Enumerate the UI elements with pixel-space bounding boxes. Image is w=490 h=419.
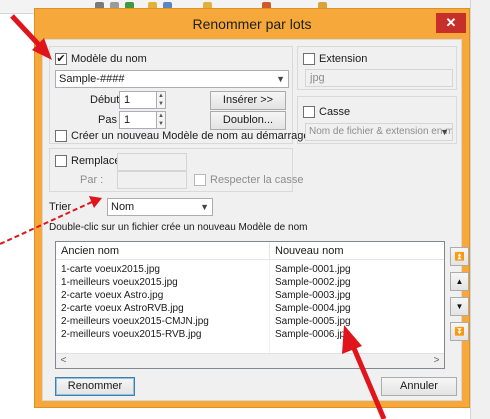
by-field[interactable]	[117, 171, 187, 189]
case-label: Casse	[319, 106, 351, 118]
column-new-name[interactable]: Nouveau nom	[270, 242, 444, 260]
table-row[interactable]: 2-carte voeux AstroRVB.jpg Sample-0004.j…	[56, 302, 444, 315]
close-button[interactable]: ✕	[436, 13, 466, 33]
respect-case-label: Respecter la casse	[210, 174, 304, 186]
cancel-button[interactable]: Annuler	[381, 377, 457, 396]
rename-button[interactable]: Renommer	[55, 377, 135, 396]
old-name-cell: 1-carte voeux2015.jpg	[61, 264, 160, 275]
step-field[interactable]: 1	[119, 111, 157, 129]
spin-down-icon[interactable]: ▼	[157, 100, 165, 108]
new-name-cell: Sample-0006.jpg	[275, 329, 351, 340]
extension-field[interactable]: jpg	[305, 69, 453, 87]
spin-up-icon[interactable]: ▲	[157, 92, 165, 100]
move-top-button[interactable]: ⏫	[450, 247, 469, 266]
replace-field[interactable]	[117, 153, 187, 171]
start-label: Début:	[90, 94, 123, 106]
spin-up-icon[interactable]: ▲	[157, 112, 165, 120]
sort-combo[interactable]: Nom ▼	[107, 198, 213, 216]
extension-label: Extension	[319, 53, 368, 65]
table-row[interactable]: 2-carte voeux Astro.jpg Sample-0003.jpg	[56, 289, 444, 302]
sort-label: Trier	[49, 201, 72, 213]
table-row[interactable]: 1-carte voeux2015.jpg Sample-0001.jpg	[56, 263, 444, 276]
dialog-client-area: ✔ Modèle du nom Sample-#### ▼ Début: 1 ▲…	[42, 39, 469, 401]
old-name-cell: 2-carte voeux Astro.jpg	[61, 290, 164, 301]
scroll-left-icon[interactable]: <	[56, 354, 71, 368]
old-name-cell: 2-meilleurs voeux2015-RVB.jpg	[61, 329, 202, 340]
extension-checkbox[interactable]	[303, 53, 315, 65]
create-model-label: Créer un nouveau Modèle de nom au démarr…	[71, 130, 310, 142]
hint-text: Double-clic sur un fichier crée un nouve…	[49, 222, 308, 233]
name-pattern-combo[interactable]: Sample-#### ▼	[55, 70, 289, 88]
respect-case-checkbox[interactable]	[194, 174, 206, 186]
by-label: Par :	[80, 174, 104, 186]
old-name-cell: 2-meilleurs voeux2015-CMJN.jpg	[61, 316, 209, 327]
chevron-down-icon: ▼	[440, 127, 449, 137]
replace-group: Remplacer Par : Respecter la casse	[49, 148, 304, 192]
column-old-name[interactable]: Ancien nom	[56, 242, 270, 260]
case-group: Casse Nom de fichier & extension en minu…	[297, 96, 457, 144]
new-name-cell: Sample-0002.jpg	[275, 277, 351, 288]
new-name-cell: Sample-0005.jpg	[275, 316, 351, 327]
move-down-button[interactable]: ▼	[450, 297, 469, 316]
table-row[interactable]: 2-meilleurs voeux2015-RVB.jpg Sample-000…	[56, 328, 444, 341]
create-model-checkbox[interactable]	[55, 130, 67, 142]
dialog-title: Renommer par lots	[192, 16, 312, 32]
table-row[interactable]: 1-meilleurs voeux2015.jpg Sample-0002.jp…	[56, 276, 444, 289]
new-name-cell: Sample-0004.jpg	[275, 303, 351, 314]
move-up-button[interactable]: ▲	[450, 272, 469, 291]
spin-down-icon[interactable]: ▼	[157, 120, 165, 128]
case-selected: Nom de fichier & extension en minuscu	[309, 126, 453, 137]
extension-group: Extension jpg	[297, 46, 457, 90]
chevron-down-icon: ▼	[200, 202, 209, 212]
file-list-header: Ancien nom Nouveau nom	[56, 242, 444, 260]
batch-rename-dialog: Renommer par lots ✕ ✔ Modèle du nom Samp…	[34, 8, 470, 408]
replace-checkbox[interactable]	[55, 155, 67, 167]
file-list[interactable]: Ancien nom Nouveau nom 1-carte voeux2015…	[55, 241, 445, 369]
case-combo[interactable]: Nom de fichier & extension en minuscu ▼	[305, 123, 453, 141]
duplicate-button[interactable]: Doublon...	[210, 111, 286, 130]
new-name-cell: Sample-0003.jpg	[275, 290, 351, 301]
move-bottom-button[interactable]: ⏬	[450, 322, 469, 341]
insert-button[interactable]: Insérer >>	[210, 91, 286, 110]
old-name-cell: 2-carte voeux AstroRVB.jpg	[61, 303, 184, 314]
name-model-label: Modèle du nom	[71, 53, 147, 65]
start-spinner[interactable]: ▲ ▼	[156, 91, 166, 109]
new-name-cell: Sample-0001.jpg	[275, 264, 351, 275]
case-checkbox[interactable]	[303, 106, 315, 118]
old-name-cell: 1-meilleurs voeux2015.jpg	[61, 277, 178, 288]
scroll-right-icon[interactable]: >	[429, 354, 444, 368]
chevron-down-icon: ▼	[276, 74, 285, 84]
table-row[interactable]: 2-meilleurs voeux2015-CMJN.jpg Sample-00…	[56, 315, 444, 328]
background-right-panel	[470, 0, 490, 419]
horizontal-scrollbar[interactable]: < >	[56, 353, 444, 368]
start-field[interactable]: 1	[119, 91, 157, 109]
step-spinner[interactable]: ▲ ▼	[156, 111, 166, 129]
name-model-checkbox[interactable]: ✔	[55, 53, 67, 65]
name-model-group: ✔ Modèle du nom Sample-#### ▼ Début: 1 ▲…	[49, 46, 309, 144]
name-pattern-value: Sample-####	[59, 73, 125, 85]
sort-selected: Nom	[111, 201, 135, 213]
